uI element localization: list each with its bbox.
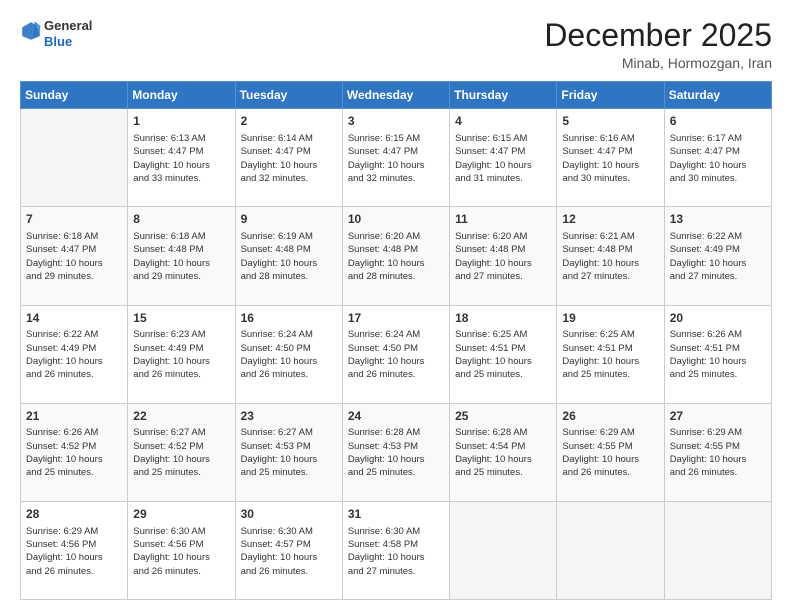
day-number: 23	[241, 408, 337, 425]
day-number: 7	[26, 211, 122, 228]
calendar-cell: 5Sunrise: 6:16 AMSunset: 4:47 PMDaylight…	[557, 109, 664, 207]
day-number: 25	[455, 408, 551, 425]
calendar-cell: 18Sunrise: 6:25 AMSunset: 4:51 PMDayligh…	[450, 305, 557, 403]
calendar-cell: 29Sunrise: 6:30 AMSunset: 4:56 PMDayligh…	[128, 501, 235, 599]
calendar-cell: 16Sunrise: 6:24 AMSunset: 4:50 PMDayligh…	[235, 305, 342, 403]
calendar-cell: 15Sunrise: 6:23 AMSunset: 4:49 PMDayligh…	[128, 305, 235, 403]
calendar-cell	[664, 501, 771, 599]
page: General Blue December 2025 Minab, Hormoz…	[0, 0, 792, 612]
calendar-cell: 4Sunrise: 6:15 AMSunset: 4:47 PMDaylight…	[450, 109, 557, 207]
calendar-cell: 21Sunrise: 6:26 AMSunset: 4:52 PMDayligh…	[21, 403, 128, 501]
day-number: 10	[348, 211, 444, 228]
day-number: 19	[562, 310, 658, 327]
day-number: 20	[670, 310, 766, 327]
weekday-header: Saturday	[664, 82, 771, 109]
day-number: 3	[348, 113, 444, 130]
calendar-cell: 19Sunrise: 6:25 AMSunset: 4:51 PMDayligh…	[557, 305, 664, 403]
day-number: 13	[670, 211, 766, 228]
day-number: 24	[348, 408, 444, 425]
calendar-cell	[21, 109, 128, 207]
weekday-header: Wednesday	[342, 82, 449, 109]
calendar-table: SundayMondayTuesdayWednesdayThursdayFrid…	[20, 81, 772, 600]
calendar-cell	[557, 501, 664, 599]
weekday-header: Sunday	[21, 82, 128, 109]
calendar-cell: 24Sunrise: 6:28 AMSunset: 4:53 PMDayligh…	[342, 403, 449, 501]
day-number: 21	[26, 408, 122, 425]
day-number: 12	[562, 211, 658, 228]
weekday-header: Tuesday	[235, 82, 342, 109]
day-number: 1	[133, 113, 229, 130]
calendar-cell: 6Sunrise: 6:17 AMSunset: 4:47 PMDaylight…	[664, 109, 771, 207]
day-number: 4	[455, 113, 551, 130]
calendar-cell: 31Sunrise: 6:30 AMSunset: 4:58 PMDayligh…	[342, 501, 449, 599]
day-number: 28	[26, 506, 122, 523]
calendar-cell: 1Sunrise: 6:13 AMSunset: 4:47 PMDaylight…	[128, 109, 235, 207]
day-number: 8	[133, 211, 229, 228]
day-number: 30	[241, 506, 337, 523]
weekday-header: Friday	[557, 82, 664, 109]
day-number: 9	[241, 211, 337, 228]
title-block: December 2025 Minab, Hormozgan, Iran	[544, 18, 772, 71]
calendar-cell: 17Sunrise: 6:24 AMSunset: 4:50 PMDayligh…	[342, 305, 449, 403]
logo-icon	[20, 20, 42, 42]
calendar-cell: 9Sunrise: 6:19 AMSunset: 4:48 PMDaylight…	[235, 207, 342, 305]
calendar-cell: 28Sunrise: 6:29 AMSunset: 4:56 PMDayligh…	[21, 501, 128, 599]
logo: General Blue	[20, 18, 92, 49]
calendar-cell: 3Sunrise: 6:15 AMSunset: 4:47 PMDaylight…	[342, 109, 449, 207]
calendar-cell: 27Sunrise: 6:29 AMSunset: 4:55 PMDayligh…	[664, 403, 771, 501]
day-number: 15	[133, 310, 229, 327]
calendar-cell	[450, 501, 557, 599]
calendar-cell: 10Sunrise: 6:20 AMSunset: 4:48 PMDayligh…	[342, 207, 449, 305]
calendar-cell: 12Sunrise: 6:21 AMSunset: 4:48 PMDayligh…	[557, 207, 664, 305]
day-number: 26	[562, 408, 658, 425]
header: General Blue December 2025 Minab, Hormoz…	[20, 18, 772, 71]
calendar-cell: 22Sunrise: 6:27 AMSunset: 4:52 PMDayligh…	[128, 403, 235, 501]
day-number: 11	[455, 211, 551, 228]
day-number: 27	[670, 408, 766, 425]
day-number: 16	[241, 310, 337, 327]
day-number: 6	[670, 113, 766, 130]
day-number: 2	[241, 113, 337, 130]
day-number: 14	[26, 310, 122, 327]
calendar-cell: 13Sunrise: 6:22 AMSunset: 4:49 PMDayligh…	[664, 207, 771, 305]
day-number: 31	[348, 506, 444, 523]
calendar-cell: 14Sunrise: 6:22 AMSunset: 4:49 PMDayligh…	[21, 305, 128, 403]
location-title: Minab, Hormozgan, Iran	[544, 55, 772, 71]
weekday-header: Thursday	[450, 82, 557, 109]
calendar-cell: 2Sunrise: 6:14 AMSunset: 4:47 PMDaylight…	[235, 109, 342, 207]
day-number: 22	[133, 408, 229, 425]
day-number: 5	[562, 113, 658, 130]
logo-text: General Blue	[44, 18, 92, 49]
weekday-header: Monday	[128, 82, 235, 109]
calendar-cell: 25Sunrise: 6:28 AMSunset: 4:54 PMDayligh…	[450, 403, 557, 501]
day-number: 29	[133, 506, 229, 523]
calendar-cell: 26Sunrise: 6:29 AMSunset: 4:55 PMDayligh…	[557, 403, 664, 501]
calendar-cell: 20Sunrise: 6:26 AMSunset: 4:51 PMDayligh…	[664, 305, 771, 403]
day-number: 17	[348, 310, 444, 327]
day-number: 18	[455, 310, 551, 327]
calendar-cell: 8Sunrise: 6:18 AMSunset: 4:48 PMDaylight…	[128, 207, 235, 305]
month-title: December 2025	[544, 18, 772, 53]
calendar-cell: 11Sunrise: 6:20 AMSunset: 4:48 PMDayligh…	[450, 207, 557, 305]
calendar-cell: 23Sunrise: 6:27 AMSunset: 4:53 PMDayligh…	[235, 403, 342, 501]
calendar-cell: 30Sunrise: 6:30 AMSunset: 4:57 PMDayligh…	[235, 501, 342, 599]
calendar-cell: 7Sunrise: 6:18 AMSunset: 4:47 PMDaylight…	[21, 207, 128, 305]
